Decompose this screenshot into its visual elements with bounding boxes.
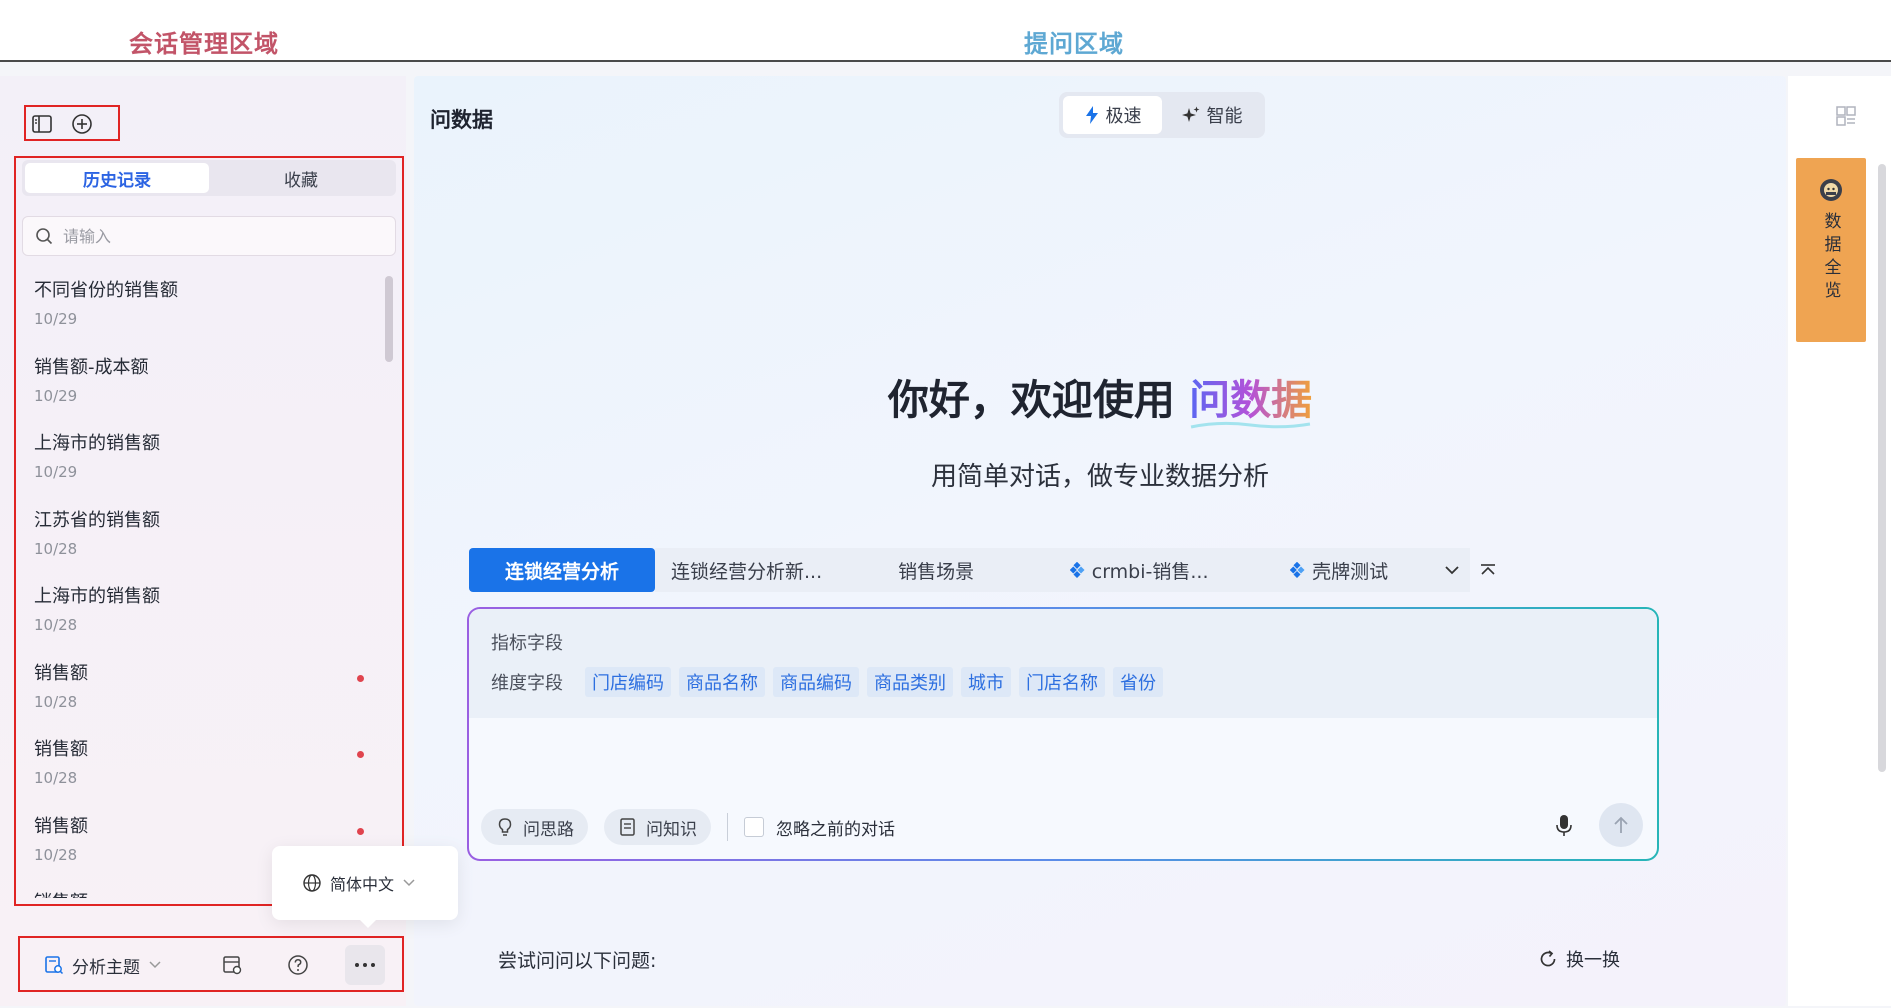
refresh-icon (1540, 950, 1556, 967)
data-overview-label: 数据全览 (1820, 212, 1841, 304)
topic-tabs: 连锁经营分析 连锁经营分析新... 销售场景 crmbi-销售... 壳牌测试 (469, 548, 1506, 592)
mode-fast-label: 极速 (1105, 106, 1142, 127)
dimension-chip[interactable]: 城市 (961, 667, 1011, 697)
layout-icon[interactable] (1834, 104, 1858, 128)
annotation-box-history (14, 156, 404, 906)
dimension-field-label: 维度字段 (491, 673, 563, 694)
question-box-inner: 指标字段 维度字段 门店编码 商品名称 商品编码 商品类别 城市 门店名称 省份 (469, 609, 1657, 859)
lightning-icon (1085, 106, 1098, 124)
annotation-session-area: 会话管理区域 (129, 30, 279, 58)
dimension-chip[interactable]: 省份 (1113, 667, 1163, 697)
tab-topic-4[interactable]: 壳牌测试 (1244, 548, 1435, 592)
refresh-suggestions-button[interactable]: 换一换 (1538, 946, 1620, 972)
tab-topic-3[interactable]: crmbi-销售... (1034, 548, 1245, 592)
tab-topic-2[interactable]: 销售场景 (838, 548, 1035, 592)
collapse-icon[interactable] (1470, 548, 1506, 592)
dimension-field-row: 维度字段 门店编码 商品名称 商品编码 商品类别 城市 门店名称 省份 (491, 667, 1171, 697)
field-panel: 指标字段 维度字段 门店编码 商品名称 商品编码 商品类别 城市 门店名称 省份 (469, 609, 1657, 718)
welcome-prefix: 你好，欢迎使用 (887, 376, 1190, 424)
annotation-question-area: 提问区域 (1024, 30, 1124, 58)
bulb-icon (498, 818, 512, 836)
expand-topics-icon[interactable] (1434, 548, 1471, 592)
suggestion-heading: 尝试问问以下问题: (498, 950, 657, 972)
diamond-icon (1290, 562, 1305, 578)
question-area: 问数据 极速 智能 你好，欢迎使用 问数据 用简单对话，做专业数据分析 连锁经营… (414, 76, 1786, 1006)
document-icon (620, 818, 635, 836)
metric-field-label: 指标字段 (491, 633, 563, 654)
dimension-chip[interactable]: 门店编码 (585, 667, 671, 697)
metric-field-row: 指标字段 (491, 629, 563, 655)
dimension-chip[interactable]: 门店名称 (1019, 667, 1105, 697)
refresh-label: 换一换 (1566, 950, 1620, 971)
mode-toggle: 极速 智能 (1059, 92, 1265, 138)
question-tools: 问思路 问知识 忽略之前的对话 (481, 809, 895, 845)
dimension-chip[interactable]: 商品编码 (773, 667, 859, 697)
checkbox-box[interactable] (744, 817, 764, 837)
mode-fast[interactable]: 极速 (1063, 96, 1162, 134)
welcome-brand: 问数据 (1189, 376, 1313, 424)
tab-topic-label: 连锁经营分析 (504, 560, 619, 583)
arrow-up-icon (1614, 816, 1628, 833)
ask-approach-label: 问思路 (523, 819, 574, 840)
diamond-icon (1069, 562, 1085, 578)
tab-topic-0[interactable]: 连锁经营分析 (469, 548, 655, 592)
tab-topic-label: 连锁经营分析新... (671, 560, 823, 583)
microphone-icon[interactable] (1549, 811, 1579, 841)
tab-topic-label: crmbi-销售... (1091, 560, 1209, 583)
welcome-heading: 你好，欢迎使用 问数据 (414, 366, 1786, 429)
page-title: 问数据 (430, 108, 493, 132)
tab-topic-1[interactable]: 连锁经营分析新... (655, 548, 839, 592)
right-rail: 数据全览 (1788, 76, 1891, 1006)
welcome-subtitle: 用简单对话，做专业数据分析 (930, 462, 1269, 492)
ignore-history-label: 忽略之前的对话 (776, 819, 895, 840)
mode-smart[interactable]: 智能 (1162, 96, 1261, 134)
bot-avatar-icon (1820, 179, 1842, 201)
mode-smart-label: 智能 (1206, 106, 1243, 127)
dimension-chip[interactable]: 商品名称 (679, 667, 765, 697)
chevron-down-icon (403, 879, 415, 887)
page-scrollbar[interactable] (1878, 164, 1886, 772)
question-box: 指标字段 维度字段 门店编码 商品名称 商品编码 商品类别 城市 门店名称 省份 (467, 607, 1659, 861)
language-popup[interactable]: 简体中文 (272, 846, 458, 928)
data-overview-button[interactable]: 数据全览 (1796, 158, 1866, 342)
tool-divider (727, 813, 728, 841)
brand-underline-icon (1190, 421, 1311, 429)
sidebar: 历史记录 收藏 不同省份的销售额10/29 销售额-成本额10/29 上海市的销… (0, 76, 458, 1006)
annotation-box-toolbar (24, 105, 120, 141)
tab-topic-label: 壳牌测试 (1312, 560, 1389, 583)
ask-knowledge-button[interactable]: 问知识 (604, 809, 711, 845)
globe-icon (303, 874, 321, 892)
app-window: 历史记录 收藏 不同省份的销售额10/29 销售额-成本额10/29 上海市的销… (0, 60, 1891, 1008)
dimension-chip[interactable]: 商品类别 (867, 667, 953, 697)
welcome-brand-wrapper: 问数据 (1189, 376, 1313, 429)
annotation-box-footer (18, 936, 404, 992)
ignore-history-checkbox[interactable]: 忽略之前的对话 (744, 815, 895, 840)
ask-knowledge-label: 问知识 (646, 819, 697, 840)
ask-approach-button[interactable]: 问思路 (481, 809, 588, 845)
send-button[interactable] (1599, 803, 1643, 847)
sparkle-icon (1181, 106, 1199, 122)
tab-topic-label: 销售场景 (898, 560, 975, 583)
language-label: 简体中文 (330, 875, 395, 894)
